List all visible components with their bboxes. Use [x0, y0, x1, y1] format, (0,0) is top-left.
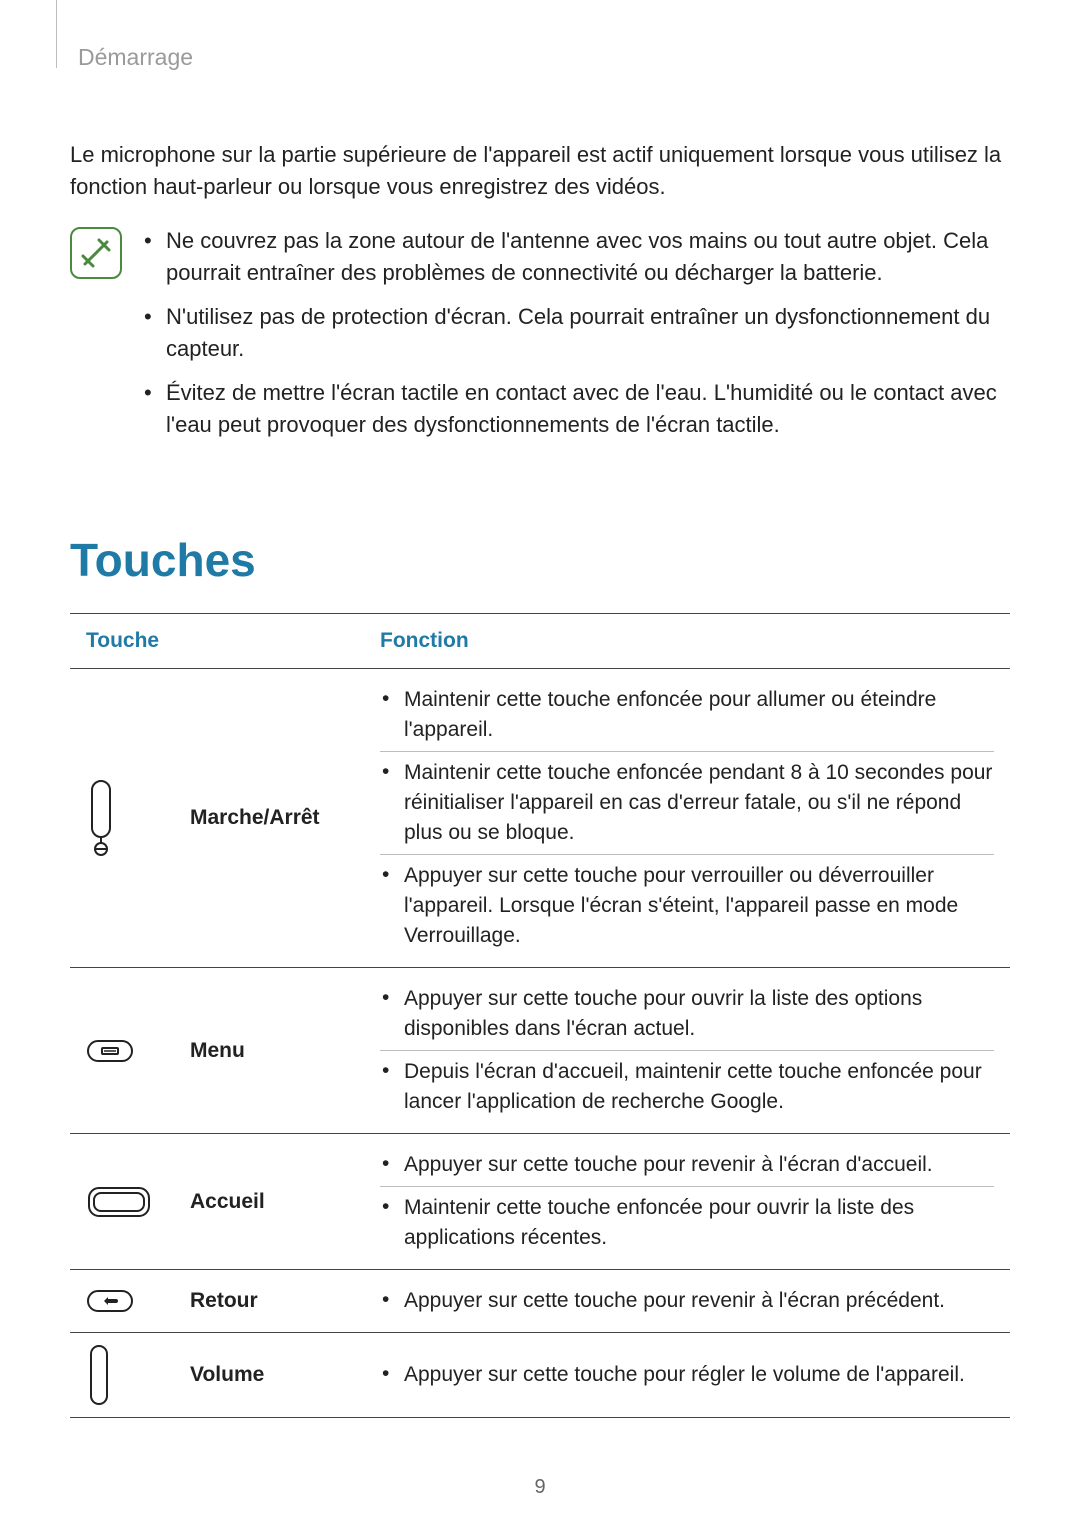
header-rule [56, 0, 57, 68]
note-item: Ne couvrez pas la zone autour de l'anten… [140, 225, 1010, 289]
menu-button-icon [70, 968, 174, 1134]
table-row: Menu Appuyer sur cette touche pour ouvri… [70, 968, 1010, 1134]
row-functions: Appuyer sur cette touche pour régler le … [364, 1333, 1010, 1418]
table-row: Accueil Appuyer sur cette touche pour re… [70, 1134, 1010, 1270]
row-label: Marche/Arrêt [174, 669, 364, 968]
section-title: Touches [70, 533, 1010, 587]
row-functions: Appuyer sur cette touche pour ouvrir la … [364, 968, 1010, 1134]
function-item: Depuis l'écran d'accueil, maintenir cett… [380, 1050, 994, 1123]
function-item: Maintenir cette touche enfoncée pour all… [380, 679, 994, 751]
row-label: Volume [174, 1333, 364, 1418]
volume-button-icon [70, 1333, 174, 1418]
note-icon [70, 227, 122, 279]
keys-table: Touche Fonction Marche/Arrêt [70, 613, 1010, 1418]
note-item: Évitez de mettre l'écran tactile en cont… [140, 377, 1010, 441]
page-number: 9 [0, 1476, 1080, 1499]
table-header-row: Touche Fonction [70, 614, 1010, 669]
function-item: Appuyer sur cette touche pour verrouille… [380, 854, 994, 957]
col-header-fonction: Fonction [364, 614, 1010, 669]
note-item: N'utilisez pas de protection d'écran. Ce… [140, 301, 1010, 365]
note-list: Ne couvrez pas la zone autour de l'anten… [140, 225, 1010, 453]
row-functions: Appuyer sur cette touche pour revenir à … [364, 1134, 1010, 1270]
function-item: Appuyer sur cette touche pour régler le … [380, 1354, 994, 1396]
row-functions: Maintenir cette touche enfoncée pour all… [364, 669, 1010, 968]
row-label: Accueil [174, 1134, 364, 1270]
function-item: Appuyer sur cette touche pour ouvrir la … [380, 978, 994, 1050]
row-functions: Appuyer sur cette touche pour revenir à … [364, 1270, 1010, 1333]
function-item: Maintenir cette touche enfoncée pendant … [380, 751, 994, 854]
power-button-icon [70, 669, 174, 968]
function-item: Maintenir cette touche enfoncée pour ouv… [380, 1186, 994, 1259]
table-row: Retour Appuyer sur cette touche pour rev… [70, 1270, 1010, 1333]
table-row: Marche/Arrêt Maintenir cette touche enfo… [70, 669, 1010, 968]
row-label: Retour [174, 1270, 364, 1333]
table-row: Volume Appuyer sur cette touche pour rég… [70, 1333, 1010, 1418]
back-button-icon [70, 1270, 174, 1333]
chapter-title: Démarrage [78, 44, 1010, 71]
function-item: Appuyer sur cette touche pour revenir à … [380, 1280, 994, 1322]
document-page: Démarrage Le microphone sur la partie su… [0, 0, 1080, 1527]
function-item: Appuyer sur cette touche pour revenir à … [380, 1144, 994, 1186]
intro-paragraph: Le microphone sur la partie supérieure d… [70, 139, 1010, 203]
home-button-icon [70, 1134, 174, 1270]
row-label: Menu [174, 968, 364, 1134]
note-block: Ne couvrez pas la zone autour de l'anten… [70, 225, 1010, 453]
col-header-touche: Touche [70, 614, 364, 669]
